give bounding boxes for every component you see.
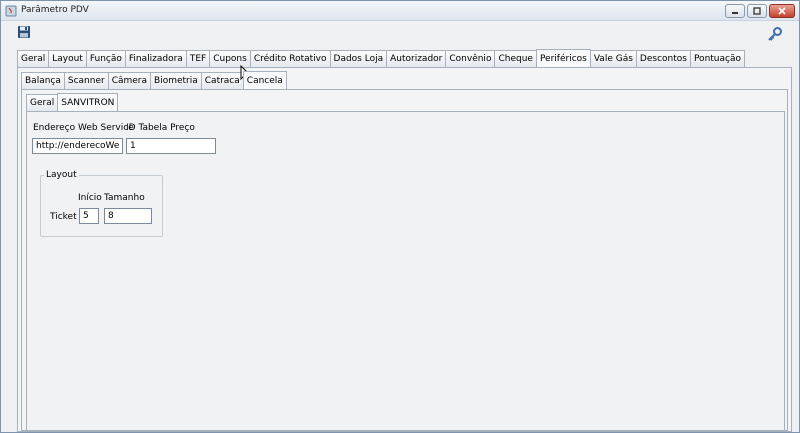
tab-vale-gas[interactable]: Vale Gás: [589, 50, 637, 67]
start-label: Início: [78, 193, 102, 203]
cancela-panel: Geral SANVITRON Endereço Web Service ID …: [21, 89, 788, 431]
maximize-button[interactable]: [747, 4, 767, 18]
tab-credito-rotativo[interactable]: Crédito Rotativo: [249, 50, 331, 67]
perifericos-panel: Balança Scanner Câmera Biometria Catraca…: [17, 67, 792, 432]
layout-group-title: Layout: [44, 170, 79, 180]
main-window: Parâmetro PDV Geral Layout Função Finali…: [0, 0, 800, 433]
tab-convenio[interactable]: Convênio: [445, 50, 496, 67]
tab-cheque[interactable]: Cheque: [494, 50, 537, 67]
window-title: Parâmetro PDV: [21, 5, 89, 15]
minimize-button[interactable]: [725, 4, 745, 18]
tab-sanvitron[interactable]: SANVITRON: [57, 93, 119, 111]
ticket-start-input[interactable]: [79, 208, 99, 224]
tab-descontos[interactable]: Descontos: [635, 50, 691, 67]
price-table-input[interactable]: [126, 138, 216, 154]
close-icon: [778, 7, 786, 15]
tab-finalizadora[interactable]: Finalizadora: [124, 50, 187, 67]
tab-camera[interactable]: Câmera: [107, 72, 152, 89]
window-content: Geral Layout Função Finalizadora TEF Cup…: [1, 21, 799, 432]
key-icon[interactable]: [767, 26, 783, 42]
tab-biometria[interactable]: Biometria: [150, 72, 202, 89]
tab-dados-loja[interactable]: Dados Loja: [329, 50, 388, 67]
main-tabs: Geral Layout Função Finalizadora TEF Cup…: [17, 49, 745, 67]
ticket-size-input[interactable]: [104, 208, 152, 224]
cancela-tabs: Geral SANVITRON: [26, 93, 119, 111]
tab-geral[interactable]: Geral: [17, 50, 50, 67]
minimize-icon: [732, 12, 738, 14]
tab-perifericos[interactable]: Periféricos: [535, 49, 591, 67]
tab-pontuacao[interactable]: Pontuação: [689, 50, 745, 67]
tab-tef[interactable]: TEF: [185, 50, 211, 67]
title-bar: Parâmetro PDV: [1, 1, 799, 21]
tab-layout[interactable]: Layout: [48, 50, 87, 67]
layout-group: Layout Início Tamanho Ticket: [40, 170, 163, 237]
tab-cancela-geral[interactable]: Geral: [26, 94, 59, 111]
tab-funcao[interactable]: Função: [85, 50, 126, 67]
maximize-icon: [753, 7, 761, 15]
tab-scanner[interactable]: Scanner: [63, 72, 109, 89]
ticket-label: Ticket: [50, 212, 77, 222]
java-app-icon: [5, 5, 17, 17]
floppy-disk-icon[interactable]: [17, 25, 31, 39]
sanvitron-panel: Endereço Web Service ID Tabela Preço Lay…: [26, 111, 785, 431]
tab-catraca[interactable]: Catraca: [200, 72, 244, 89]
tab-autorizador[interactable]: Autorizador: [386, 50, 447, 67]
tab-cancela[interactable]: Cancela: [242, 71, 287, 89]
close-button[interactable]: [769, 4, 795, 18]
price-table-label: ID Tabela Preço: [126, 123, 195, 133]
webservice-label: Endereço Web Service: [33, 123, 134, 133]
webservice-input[interactable]: [32, 138, 123, 154]
size-label: Tamanho: [104, 193, 145, 203]
tab-balanca[interactable]: Balança: [21, 72, 65, 89]
peripheral-tabs: Balança Scanner Câmera Biometria Catraca…: [21, 71, 287, 89]
